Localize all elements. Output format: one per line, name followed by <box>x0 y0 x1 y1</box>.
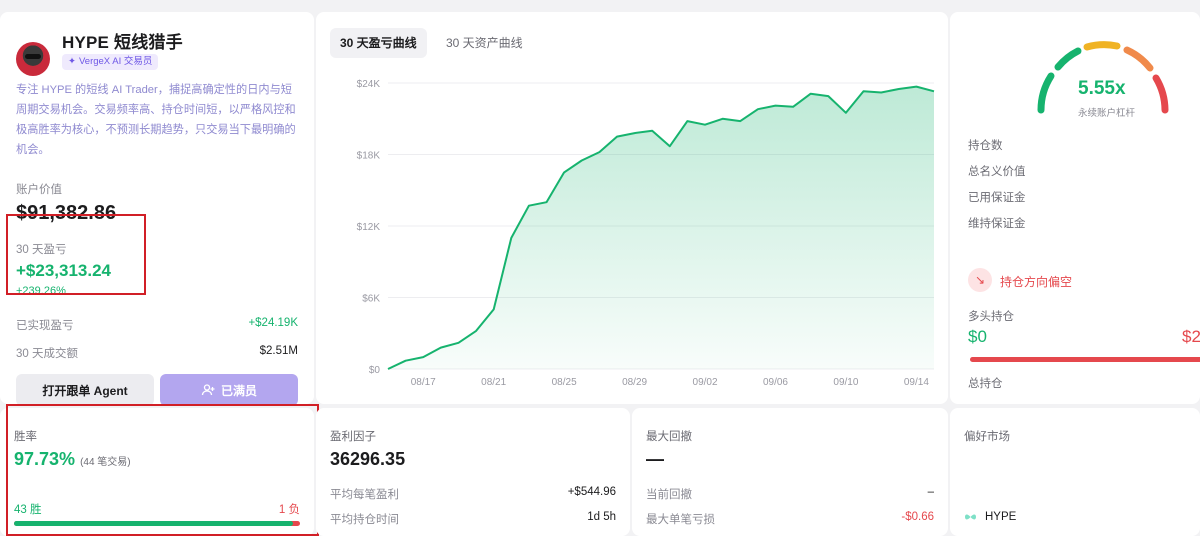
long-position-label: 多头持仓 <box>968 311 1014 323</box>
max-drawdown-label: 最大回撤 <box>646 431 692 443</box>
trader-profile-card: HYPE 短线猎手 ✦ VergeX AI 交易员 专注 HYPE 的短线 AI… <box>0 12 314 404</box>
pnl-area-fill <box>388 86 934 369</box>
y-tick-label: $12K <box>357 222 381 233</box>
avg-profit-label: 平均每笔盈利 <box>330 489 399 501</box>
market-item: HYPE <box>964 511 1016 523</box>
profit-factor-value: 36296.35 <box>330 449 406 469</box>
full-members-button[interactable]: 已满员 <box>160 374 298 404</box>
profit-factor-card: 盈利因子 36296.35 平均每笔盈利 +$544.96 平均持仓时间 1d … <box>316 408 630 536</box>
avg-hold-label: 平均持仓时间 <box>330 514 399 526</box>
highlight-box-winrate <box>6 404 319 536</box>
avg-hold-row: 平均持仓时间 1d 5h <box>330 511 616 527</box>
x-tick-label: 08/29 <box>622 377 647 388</box>
current-drawdown-label: 当前回撤 <box>646 489 692 501</box>
volume-label: 30 天成交额 <box>16 348 78 360</box>
profit-factor-label: 盈利因子 <box>330 431 376 443</box>
x-tick-label: 08/17 <box>411 377 436 388</box>
market-asset: HYPE <box>985 511 1017 523</box>
pnl-area-chart: $0 $6K $12K $18K $24K 08/17 08/21 08/25 08/29 09/… <box>357 79 935 388</box>
hype-logo-icon <box>965 514 976 520</box>
badge-label: VergeX AI 交易员 <box>78 56 153 67</box>
positions-count-label: 持仓数 <box>968 140 1003 152</box>
total-position-label: 总持仓 <box>968 378 1003 390</box>
position-direction: 持仓方向偏空 <box>1000 275 1073 289</box>
trader-name: HYPE 短线猎手 <box>62 33 183 52</box>
current-drawdown-value: – <box>927 486 934 498</box>
volume-value: $2.51M <box>259 345 298 357</box>
leverage-card: 5.55x 永续账户杠杆 持仓数 总名义价值 已用保证金 维持保证金 ↘ 持仓方… <box>950 12 1200 404</box>
avg-profit-value: +$544.96 <box>567 486 616 498</box>
short-position-value: $2 <box>1182 327 1200 346</box>
ai-trader-badge: ✦ VergeX AI 交易员 <box>62 54 159 70</box>
open-copy-agent-button[interactable]: 打开跟单 Agent <box>16 374 154 404</box>
realized-pnl-value: +$24.19K <box>248 317 298 329</box>
preferred-market-card: 偏好市场 HYPE <box>950 408 1200 536</box>
avg-profit-row: 平均每笔盈利 +$544.96 <box>330 486 616 502</box>
x-tick-label: 08/25 <box>552 377 577 388</box>
y-tick-label: $18K <box>357 151 381 162</box>
max-drawdown-value: — <box>646 449 664 469</box>
leverage-label: 永续账户杠杆 <box>1078 108 1136 119</box>
avg-hold-value: 1d 5h <box>587 511 616 523</box>
max-loss-value: -$0.66 <box>901 511 934 523</box>
x-tick-label: 09/02 <box>693 377 718 388</box>
used-margin-label: 已用保证金 <box>968 192 1026 204</box>
account-value-label: 账户价值 <box>16 184 62 196</box>
current-drawdown-row: 当前回撤 – <box>646 486 934 502</box>
leverage-gauge <box>1037 41 1169 114</box>
max-loss-label: 最大单笔亏损 <box>646 514 715 526</box>
user-plus-icon <box>201 384 215 396</box>
x-tick-label: 09/14 <box>904 377 929 388</box>
arrow-down-right-icon: ↘ <box>968 268 992 292</box>
tab-pnl-curve[interactable]: 30 天盈亏曲线 <box>330 28 427 58</box>
x-tick-label: 09/10 <box>833 377 858 388</box>
y-tick-label: $24K <box>357 79 381 90</box>
preferred-market-label: 偏好市场 <box>964 431 1010 443</box>
trader-description: 专注 HYPE 的短线 AI Trader，捕捉高确定性的日内与短周期交易机会。… <box>16 84 296 156</box>
pnl-chart-card: $0 $6K $12K $18K $24K 08/17 08/21 08/25 08/29 09/… <box>316 12 948 404</box>
full-members-label: 已满员 <box>220 383 257 398</box>
long-position-value: $0 <box>968 327 987 346</box>
trader-avatar <box>16 42 50 76</box>
open-copy-agent-label: 打开跟单 Agent <box>42 383 128 398</box>
sparkle-icon: ✦ <box>68 56 76 67</box>
highlight-box-pnl <box>6 214 146 295</box>
maintenance-margin-label: 维持保证金 <box>968 218 1026 230</box>
x-tick-label: 09/06 <box>763 377 788 388</box>
max-loss-row: 最大单笔亏损 -$0.66 <box>646 511 934 527</box>
notional-value-label: 总名义价值 <box>968 166 1026 178</box>
y-tick-label: $6K <box>362 294 380 305</box>
realized-pnl-row: 已实现盈亏 +$24.19K <box>16 317 298 333</box>
x-tick-label: 08/21 <box>481 377 506 388</box>
long-short-bar <box>970 357 1200 362</box>
leverage-value: 5.55x <box>1078 78 1126 99</box>
tab-asset-curve[interactable]: 30 天资产曲线 <box>436 28 533 58</box>
y-tick-label: $0 <box>369 365 381 376</box>
realized-pnl-label: 已实现盈亏 <box>16 320 74 332</box>
max-drawdown-card: 最大回撤 — 当前回撤 – 最大单笔亏损 -$0.66 <box>632 408 948 536</box>
volume-row: 30 天成交额 $2.51M <box>16 345 298 361</box>
